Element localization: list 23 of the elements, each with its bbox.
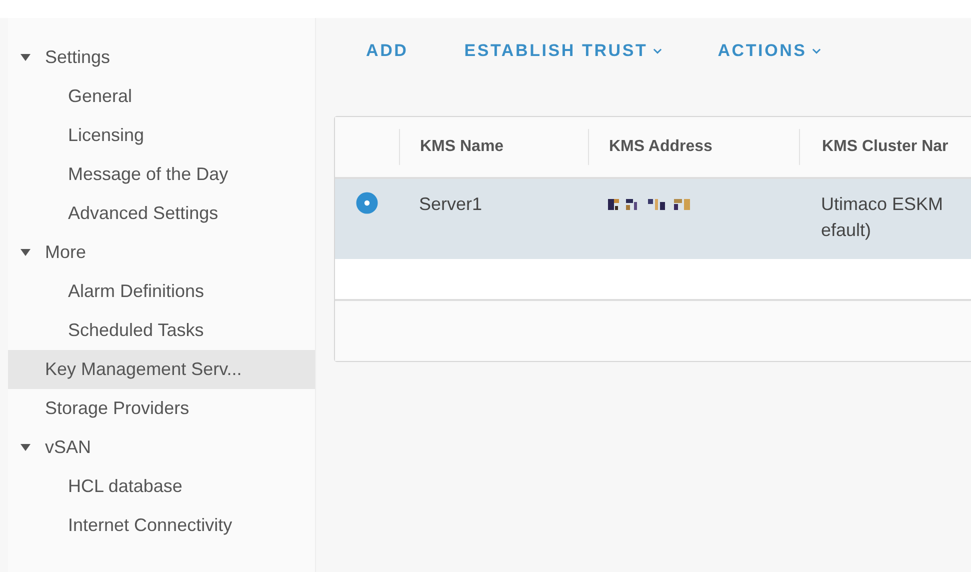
sidebar-item[interactable]: Storage Providers (8, 389, 315, 428)
sidebar-item[interactable]: Alarm Definitions (8, 272, 315, 311)
sidebar-item[interactable]: vSAN (8, 428, 315, 467)
sidebar-item[interactable]: Advanced Settings (8, 194, 315, 233)
sidebar-item[interactable]: HCL database (8, 467, 315, 506)
sidebar-item[interactable]: Message of the Day (8, 155, 315, 194)
column-header[interactable]: KMS Cluster Nar (822, 138, 948, 156)
sidebar-item[interactable]: More (8, 233, 315, 272)
sidebar-item[interactable]: General (8, 77, 315, 116)
column-header[interactable]: KMS Address (609, 138, 712, 156)
caret-icon[interactable] (20, 54, 31, 62)
sidebar-item[interactable]: Key Management Serv... (8, 350, 315, 389)
sidebar-item[interactable]: Internet Connectivity (8, 506, 315, 545)
caret-icon[interactable] (20, 444, 31, 452)
sidebar-item[interactable]: Settings (8, 38, 315, 77)
sidebar-item[interactable]: Scheduled Tasks (8, 311, 315, 350)
table-cell: Server1 (419, 194, 482, 214)
table-cell: Utimaco ESKM efault) (821, 194, 944, 240)
radio-button[interactable] (356, 192, 378, 214)
column-header[interactable]: KMS Name (420, 138, 504, 156)
caret-icon[interactable] (20, 248, 31, 256)
sidebar-item[interactable]: Licensing (8, 116, 315, 155)
table-row[interactable]: Server1 Utimaco ESKM efault) (335, 179, 971, 259)
